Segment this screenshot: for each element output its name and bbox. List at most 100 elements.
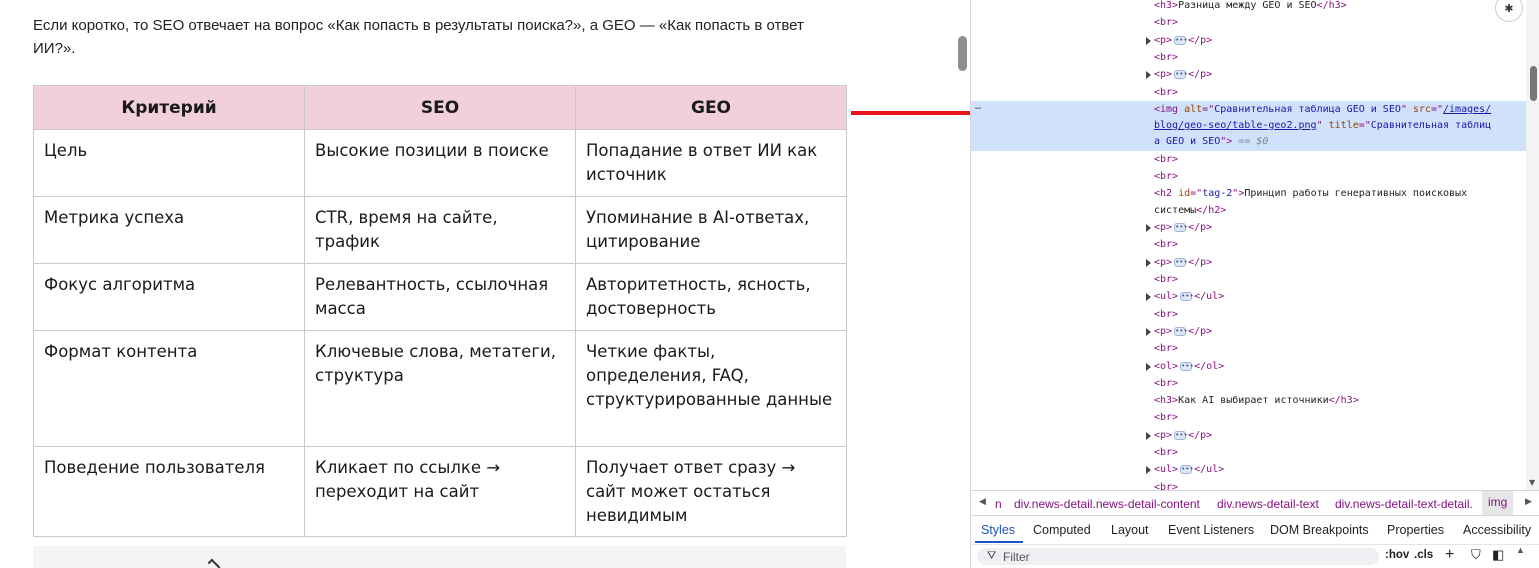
tree-node-p[interactable]: <p> •••</p> (1146, 254, 1212, 271)
tree-node-br[interactable]: <br> (1154, 168, 1178, 185)
article-pane: Если коротко, то SEO отвечает на вопрос … (0, 0, 955, 568)
table-cell: Получает ответ сразу → сайт может остать… (575, 446, 847, 537)
breadcrumb-item[interactable]: n (995, 497, 1002, 511)
tree-node-h2-cont[interactable]: системы</h2> (1154, 202, 1226, 219)
expand-arrow-icon[interactable] (1146, 293, 1151, 301)
tree-node-br[interactable]: <br> (1154, 49, 1178, 66)
collapsed-content-icon[interactable]: ••• (1180, 291, 1194, 301)
tree-node-br[interactable]: <br> (1154, 306, 1178, 323)
toggle-sidebar-icon[interactable]: ◧ (1492, 547, 1504, 563)
tree-node-img-cont[interactable]: а GEO и SEO"> == $0 (1154, 133, 1268, 150)
scroll-up-arrow-icon[interactable]: ▲ (1516, 545, 1525, 555)
table-header: SEO (304, 85, 576, 130)
img-src-link-cont[interactable]: blog/geo-seo/table-geo2.png (1154, 120, 1317, 131)
collapsed-content-icon[interactable]: ••• (1174, 69, 1188, 79)
tree-node-p[interactable]: <p> •••</p> (1146, 323, 1212, 340)
table-row: Поведение пользователя Кликает по ссылке… (33, 446, 847, 537)
tab-accessibility[interactable]: Accessibility (1463, 523, 1531, 537)
tree-node-br[interactable]: <br> (1154, 14, 1178, 31)
tree-node-ul[interactable]: <ul> •••</ul> (1146, 461, 1224, 478)
table-cell: Формат контента (33, 330, 305, 447)
table-cell: Метрика успеха (33, 196, 305, 264)
collapsed-content-icon[interactable]: ••• (1174, 257, 1188, 267)
tree-node-h2[interactable]: <h2 id="tag-2">Принцип работы генеративн… (1154, 185, 1467, 202)
devtools-panel: … <h3>Разница между GEO и SEO</h3> <br> … (970, 0, 1539, 568)
h3-text: Как AI выбирает источники (1178, 395, 1329, 406)
table-row: Метрика успеха CTR, время на сайте, траф… (33, 196, 847, 264)
filter-input[interactable] (1003, 549, 1363, 564)
filter-icon: ⛛ (987, 549, 997, 562)
elements-tree[interactable]: … <h3>Разница между GEO и SEO</h3> <br> … (971, 0, 1526, 490)
scroll-down-arrow-icon[interactable]: ▼ (1529, 478, 1535, 487)
collapsed-content-icon[interactable]: ••• (1180, 464, 1194, 474)
tab-layout[interactable]: Layout (1111, 523, 1149, 537)
expand-arrow-icon[interactable] (1146, 363, 1151, 371)
expand-arrow-icon[interactable] (1146, 328, 1151, 336)
img-src-link[interactable]: /images/ (1443, 104, 1491, 115)
tree-node-br[interactable]: <br> (1154, 375, 1178, 392)
tree-node-h3[interactable]: <h3>Как AI выбирает источники</h3> (1154, 392, 1359, 409)
table-cell: Поведение пользователя (33, 446, 305, 537)
tree-node-br[interactable]: <br> (1154, 271, 1178, 288)
tree-node-br[interactable]: <br> (1154, 444, 1178, 461)
tree-node-p[interactable]: <p> •••</p> (1146, 66, 1212, 83)
sidebar-tabs: Styles Computed Layout Event Listeners D… (971, 516, 1539, 544)
scroll-right-arrow-icon[interactable]: ▶ (1525, 496, 1532, 507)
hover-state-toggle[interactable]: :hov (1385, 549, 1409, 561)
expand-arrow-icon[interactable] (1146, 466, 1151, 474)
collapsed-content-icon[interactable]: ••• (1174, 35, 1188, 45)
paint-brush-icon[interactable]: ⛉ (1471, 547, 1481, 563)
expand-arrow-icon[interactable] (1146, 432, 1151, 440)
breadcrumb-item-active[interactable]: img (1482, 491, 1514, 515)
table-cell: Высокие позиции в поиске (304, 129, 576, 197)
accessibility-icon[interactable]: ✱ (1495, 0, 1523, 22)
tree-node-p[interactable]: <p> •••</p> (1146, 219, 1212, 236)
tab-styles[interactable]: Styles (981, 523, 1015, 537)
tree-node-br[interactable]: <br> (1154, 151, 1178, 168)
collapsed-content-icon[interactable]: ••• (1174, 326, 1188, 336)
tree-node-br[interactable]: <br> (1154, 409, 1178, 426)
collapsed-content-icon[interactable]: ••• (1174, 222, 1188, 232)
tab-computed[interactable]: Computed (1033, 523, 1091, 537)
tree-node-br[interactable]: <br> (1154, 236, 1178, 253)
collapsed-content-icon[interactable]: ••• (1180, 361, 1194, 371)
tree-node-h3[interactable]: <h3>Разница между GEO и SEO</h3> (1154, 0, 1347, 14)
tree-node-img[interactable]: <img alt="Сравнительная таблица GEO и SE… (1154, 101, 1491, 118)
expand-arrow-icon[interactable] (1146, 259, 1151, 267)
table-cell: Кликает по ссылке → переходит на сайт (304, 446, 576, 537)
tree-scrollbar-thumb[interactable] (1530, 66, 1537, 101)
article-scrollbar-thumb[interactable] (958, 36, 967, 71)
breadcrumb-item[interactable]: div.news-detail-text (1217, 497, 1319, 511)
breadcrumb-item[interactable]: div.news-detail-text-detail. (1335, 497, 1473, 511)
table-cell: Фокус алгоритма (33, 263, 305, 331)
tree-node-br[interactable]: <br> (1154, 84, 1178, 101)
tree-node-p[interactable]: <p> •••</p> (1146, 32, 1212, 49)
h2-id-value: tag-2 (1202, 188, 1233, 199)
tab-properties[interactable]: Properties (1387, 523, 1444, 537)
tab-dom-breakpoints[interactable]: DOM Breakpoints (1270, 523, 1369, 537)
tree-node-ol[interactable]: <ol> •••</ol> (1146, 358, 1224, 375)
comparison-table: Критерий SEO GEO Цель Высокие позиции в … (33, 85, 847, 537)
tree-node-ul[interactable]: <ul> •••</ul> (1146, 288, 1224, 305)
collapsed-content-icon[interactable]: ••• (1174, 430, 1188, 440)
table-cell: Четкие факты, определения, FAQ, структур… (575, 330, 847, 447)
expand-arrow-icon[interactable] (1146, 71, 1151, 79)
img-title-value: Сравнительная таблиц (1370, 120, 1492, 131)
tree-node-p[interactable]: <p> •••</p> (1146, 427, 1212, 444)
tree-node-img-cont[interactable]: blog/geo-seo/table-geo2.png" title="Срав… (1154, 117, 1491, 134)
breadcrumb-item[interactable]: div.news-detail.news-detail-content (1014, 497, 1200, 511)
table-cell: Авторитетность, ясность, достоверность (575, 263, 847, 331)
h2-text: Принцип работы генеративных поисковых (1244, 188, 1468, 199)
article-scrollbar[interactable] (955, 0, 970, 568)
add-rule-icon[interactable]: + (1445, 546, 1454, 564)
expand-arrow-icon[interactable] (1146, 224, 1151, 232)
class-toggle[interactable]: .cls (1414, 549, 1433, 561)
tab-event-listeners[interactable]: Event Listeners (1168, 523, 1254, 537)
tree-node-br[interactable]: <br> (1154, 479, 1178, 490)
node-menu-icon[interactable]: … (975, 101, 981, 112)
scroll-left-arrow-icon[interactable]: ◀ (979, 496, 986, 507)
tree-node-br[interactable]: <br> (1154, 340, 1178, 357)
img-alt-value: Сравнительная таблица GEO и SEO (1214, 104, 1401, 115)
expand-arrow-icon[interactable] (1146, 37, 1151, 45)
table-cell: Попадание в ответ ИИ как источник (575, 129, 847, 197)
